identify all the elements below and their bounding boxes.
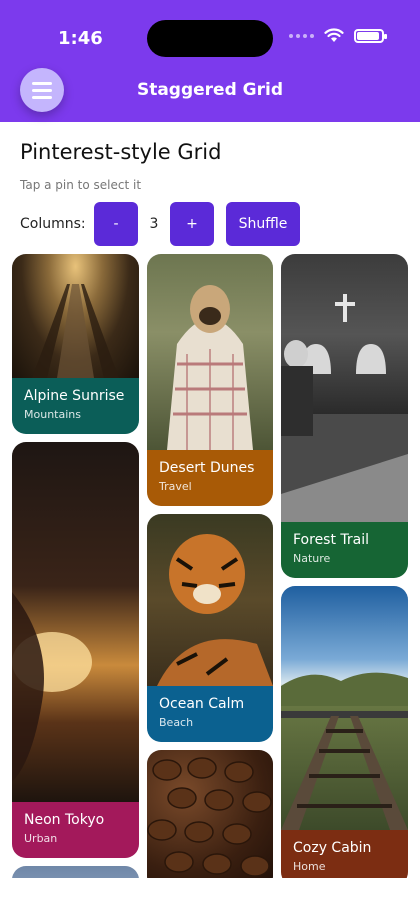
header-title: Staggered Grid [136,80,284,100]
pin-caption: Cozy Cabin Home [281,830,408,878]
pin-category: Beach [159,716,194,729]
pin-card-coffee[interactable] [147,750,273,878]
pin-image [147,750,273,878]
column-controls: Columns: - 3 + Shuffle [20,202,300,246]
dynamic-island [147,20,273,57]
pin-title: Desert Dunes [159,460,255,476]
pin-title: Forest Trail [293,532,370,548]
pin-card-ocean-calm[interactable]: Ocean Calm Beach [147,514,273,742]
pin-image [147,254,273,450]
pin-caption: Desert Dunes Travel [147,450,273,506]
pin-category: Home [293,860,326,873]
battery-icon [354,28,387,43]
pin-category: Mountains [24,408,81,421]
pin-caption: Ocean Calm Beach [147,686,273,742]
pin-card-neon-tokyo[interactable]: Neon Tokyo Urban [12,442,139,858]
columns-label: Columns: [20,216,86,232]
status-icons [289,28,387,43]
wifi-icon [324,28,344,43]
status-time: 1:46 [58,28,103,49]
pin-title: Neon Tokyo [24,812,105,828]
cellular-signal-icon [289,33,314,38]
staggered-grid: Alpine Sunrise Mountains Neon Tokyo Urba… [12,254,408,878]
pin-card-desert-dunes[interactable]: Desert Dunes Travel [147,254,273,506]
pin-card-partial[interactable] [12,866,139,878]
decrease-columns-button[interactable]: - [94,202,138,246]
pin-image [12,254,139,378]
pin-card-forest-trail[interactable]: Forest Trail Nature [281,254,408,578]
pin-image [12,866,139,878]
pin-image [281,254,408,522]
pin-category: Urban [24,832,58,845]
pin-card-alpine-sunrise[interactable]: Alpine Sunrise Mountains [12,254,139,434]
pin-card-cozy-cabin[interactable]: Cozy Cabin Home [281,586,408,878]
pin-caption: Forest Trail Nature [281,522,408,578]
app-header: 1:46 Staggered Grid [0,0,420,122]
pin-image [147,514,273,686]
pin-caption: Alpine Sunrise Mountains [12,378,139,434]
pin-image [281,586,408,830]
pin-title: Alpine Sunrise [24,388,125,404]
pin-image [12,442,139,802]
increase-columns-button[interactable]: + [170,202,214,246]
pin-category: Travel [159,480,192,493]
pin-title: Ocean Calm [159,696,245,712]
column-count: 3 [149,216,159,232]
page-subtitle: Tap a pin to select it [20,178,142,192]
pin-caption: Neon Tokyo Urban [12,802,139,858]
page-title: Pinterest-style Grid [20,140,222,164]
pin-category: Nature [293,552,331,565]
shuffle-button[interactable]: Shuffle [226,202,300,246]
pin-title: Cozy Cabin [293,840,372,856]
